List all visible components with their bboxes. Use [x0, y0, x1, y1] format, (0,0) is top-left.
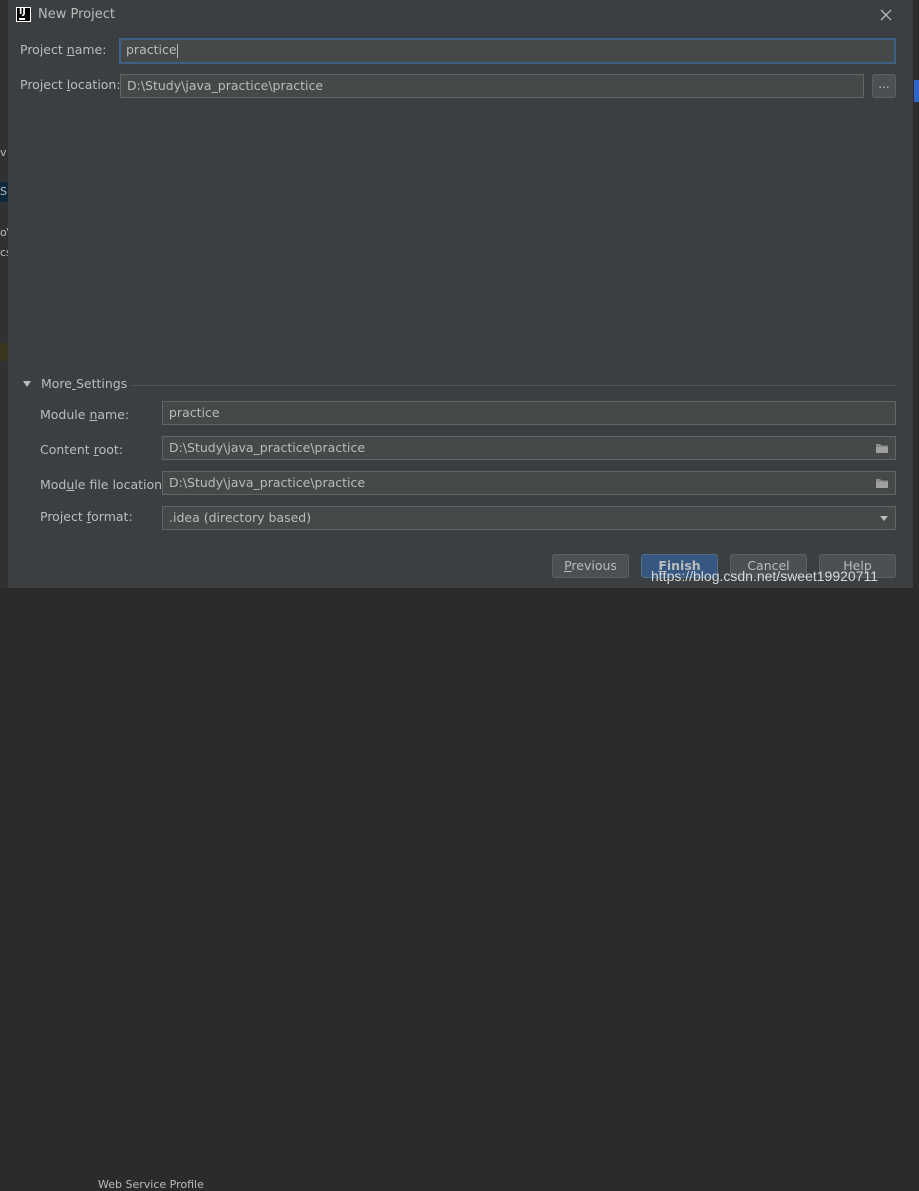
- module-file-location-input[interactable]: D:\Study\java_practice\practice: [162, 471, 896, 495]
- content-root-input[interactable]: D:\Study\java_practice\practice: [162, 436, 896, 460]
- more-settings-toggle[interactable]: More Settings: [23, 376, 896, 394]
- background-ide-left-strip: v S o\ cs: [0, 0, 8, 597]
- close-button[interactable]: [874, 4, 898, 26]
- section-divider: [130, 385, 896, 386]
- title-bar: IJ New Project: [8, 0, 913, 30]
- background-bottom-strip: Web Service Profile: [0, 588, 919, 1191]
- content-root-label: Content root:: [40, 442, 123, 457]
- previous-button[interactable]: Previous: [552, 554, 629, 578]
- watermark-text: https://blog.csdn.net/sweet19920711: [651, 568, 879, 584]
- folder-icon[interactable]: [875, 477, 889, 489]
- background-bottom-text: Web Service Profile: [98, 1178, 204, 1191]
- background-fragment: o\: [0, 226, 8, 239]
- background-fragment: v: [0, 146, 7, 159]
- module-name-label: Module name:: [40, 407, 130, 422]
- project-name-label: Project name:: [20, 42, 107, 57]
- new-project-dialog: IJ New Project Project name: practice Pr…: [8, 0, 914, 588]
- background-highlight: [0, 343, 8, 361]
- project-name-input[interactable]: practice: [119, 38, 896, 64]
- module-file-location-label: Module file location:: [40, 477, 167, 492]
- module-name-input[interactable]: practice: [162, 401, 896, 425]
- window-title: New Project: [38, 7, 115, 22]
- intellij-app-icon: IJ: [16, 7, 31, 22]
- project-location-label: Project location:: [20, 77, 121, 92]
- folder-icon[interactable]: [875, 442, 889, 454]
- browse-location-button[interactable]: ...: [872, 74, 896, 98]
- chevron-down-icon: [880, 516, 888, 521]
- close-icon: [880, 9, 892, 21]
- collapse-triangle-icon: [23, 381, 31, 387]
- background-fragment: cs: [0, 246, 8, 259]
- background-fragment: S: [0, 185, 7, 198]
- more-settings-label: More Settings: [41, 376, 128, 391]
- text-caret: [176, 43, 178, 58]
- project-format-select[interactable]: .idea (directory based): [162, 506, 896, 530]
- project-format-label: Project format:: [40, 509, 133, 524]
- project-location-input[interactable]: D:\Study\java_practice\practice: [120, 74, 864, 98]
